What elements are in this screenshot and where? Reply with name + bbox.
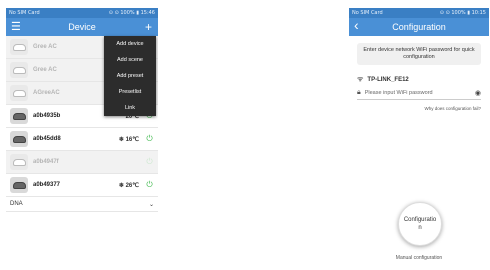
dna-group-row[interactable]: DNA ⌄	[6, 197, 158, 212]
status-bar: No SIM Card ⊙ ⊙ 100% ▮ 10:15	[349, 8, 489, 18]
menu-icon[interactable]: ☰	[11, 20, 21, 34]
carrier-text: No SIM Card	[352, 10, 383, 16]
device-row[interactable]: a0b4947f ⏻	[6, 151, 158, 174]
device-temp: ❄ 26℃	[118, 182, 139, 189]
power-icon[interactable]: ⏻	[145, 134, 154, 144]
eye-icon[interactable]: ◉	[475, 89, 481, 97]
device-name: a0b4947f	[33, 159, 59, 165]
power-icon[interactable]: ⏻	[145, 180, 154, 190]
menu-item[interactable]: Add device	[104, 36, 156, 52]
manual-configuration-link[interactable]: Manual configuration	[349, 255, 489, 261]
device-name: a0b49377	[33, 182, 61, 188]
carrier-text: No SIM Card	[9, 10, 40, 16]
ac-icon	[10, 154, 28, 170]
ac-icon	[10, 39, 28, 55]
password-field[interactable]: 🔒︎ Please input WiFi password ◉	[357, 89, 481, 100]
ac-icon	[10, 62, 28, 78]
status-icons: ⊙ ⊙ 100% ▮ 10:15	[439, 10, 486, 16]
device-name: AGreeAC	[33, 90, 60, 96]
ac-icon	[10, 177, 28, 193]
status-icons: ⊙ ⊙ 100% ▮ 15:46	[108, 10, 155, 16]
page-title: Device	[68, 22, 96, 32]
menu-item[interactable]: Link	[104, 100, 156, 116]
lock-icon: 🔒︎	[357, 89, 361, 96]
why-fail-link[interactable]: Why does configuration fail?	[357, 106, 481, 111]
configuration-screen: No SIM Card ⊙ ⊙ 100% ▮ 10:15 ‹ Configura…	[349, 8, 489, 268]
menu-item[interactable]: Presetlist	[104, 84, 156, 100]
device-temp: ❄ 16℃	[118, 136, 139, 143]
menu-item[interactable]: Add preset	[104, 68, 156, 84]
device-name: Gree AC	[33, 44, 57, 50]
wifi-name: TP-LINK_FE12	[367, 76, 409, 83]
ac-icon	[10, 131, 28, 147]
device-row[interactable]: a0b45dd8 ❄ 16℃ ⏻	[6, 128, 158, 151]
wifi-row: ᯤ TP-LINK_FE12	[357, 75, 481, 84]
device-name: a0b45dd8	[33, 136, 61, 142]
chevron-down-icon: ⌄	[148, 201, 154, 208]
device-row[interactable]: a0b49377 ❄ 26℃ ⏻	[6, 174, 158, 197]
add-icon[interactable]: +	[145, 19, 152, 35]
password-placeholder: Please input WiFi password	[364, 90, 433, 96]
device-name: Gree AC	[33, 67, 57, 73]
ac-icon	[10, 108, 28, 124]
status-bar: No SIM Card ⊙ ⊙ 100% ▮ 15:46	[6, 8, 158, 18]
menu-item[interactable]: Add scene	[104, 52, 156, 68]
app-bar: ‹ Configuration	[349, 18, 489, 36]
power-icon[interactable]: ⏻	[145, 157, 154, 167]
configuration-button[interactable]: Configuratio n	[398, 202, 442, 246]
device-screen: No SIM Card ⊙ ⊙ 100% ▮ 15:46 ☰ Device + …	[6, 8, 158, 268]
dna-label: DNA	[10, 201, 23, 207]
configuration-button-label: Configuratio n	[403, 217, 437, 231]
wifi-icon: ᯤ	[357, 76, 364, 83]
config-hint: Enter device network WiFi password for q…	[357, 43, 481, 65]
device-name: a0b4935b	[33, 113, 61, 119]
dropdown-menu: Add device Add scene Add preset Presetlist L…	[104, 36, 156, 116]
ac-icon	[10, 85, 28, 101]
page-title: Configuration	[392, 22, 446, 32]
app-bar: ☰ Device +	[6, 18, 158, 36]
back-icon[interactable]: ‹	[354, 18, 359, 32]
